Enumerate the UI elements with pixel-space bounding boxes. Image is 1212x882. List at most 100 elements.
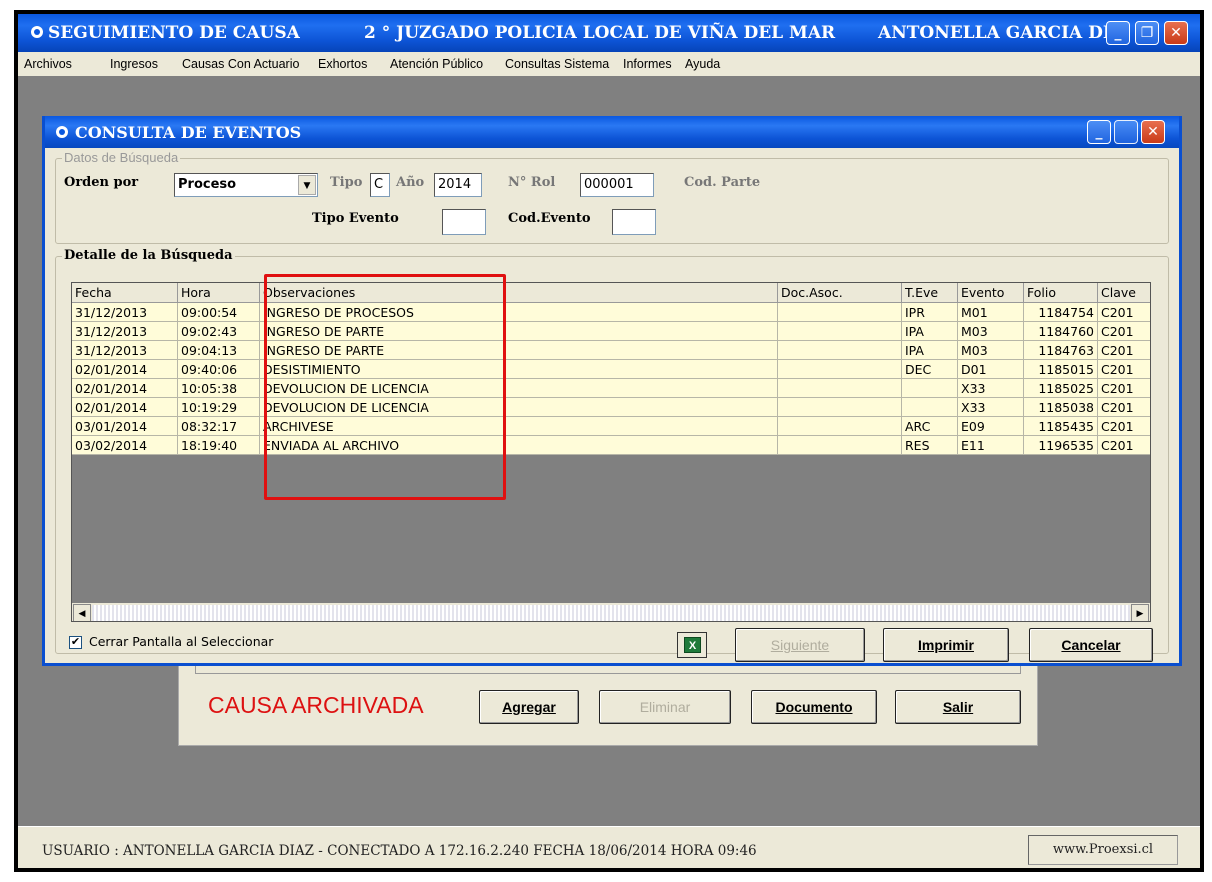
detail-group-label: Detalle de la Búsqueda — [62, 248, 235, 263]
dialog-close-button[interactable]: ✕ — [1141, 120, 1165, 144]
court-name: 2 ° JUZGADO POLICIA LOCAL DE VIÑA DEL MA… — [364, 23, 836, 43]
cod-evento-label: Cod.Evento — [508, 211, 591, 226]
cell-fecha: 03/02/2014 — [72, 436, 178, 455]
agregar-label: Agregar — [502, 699, 556, 715]
export-excel-button[interactable]: X — [677, 632, 707, 658]
cell-hora: 09:40:06 — [178, 360, 260, 379]
documento-button[interactable]: Documento — [751, 690, 877, 724]
cell-clave: C201 — [1098, 360, 1150, 379]
menu-exhortos[interactable]: Exhortos — [318, 57, 367, 71]
tipo-label: Tipo — [330, 175, 363, 190]
col-clave[interactable]: Clave — [1098, 283, 1150, 303]
menu-informes[interactable]: Informes — [623, 57, 672, 71]
dialog-minimize-button[interactable]: _ — [1087, 120, 1111, 144]
menu-archivos[interactable]: Archivos — [24, 57, 72, 71]
window-title: SEGUIMIENTO DE CAUSA — [48, 23, 300, 43]
menu-ingresos[interactable]: Ingresos — [110, 57, 158, 71]
consulta-eventos-dialog: CONSULTA DE EVENTOS _ ✕ Datos de Búsqued… — [42, 116, 1182, 666]
tipo-evento-label: Tipo Evento — [312, 211, 399, 226]
scroll-right-icon[interactable]: ▶ — [1131, 604, 1149, 621]
cell-folio: 1185015 — [1024, 360, 1098, 379]
cell-folio: 1184763 — [1024, 341, 1098, 360]
cell-fecha: 31/12/2013 — [72, 341, 178, 360]
cell-evento: M03 — [958, 341, 1024, 360]
salir-label: Salir — [942, 699, 974, 715]
cell-doc — [778, 303, 902, 322]
cell-doc — [778, 436, 902, 455]
table-row[interactable]: 03/02/2014 18:19:40 ENVIADA AL ARCHIVO RES E… — [72, 436, 1150, 455]
cell-doc — [778, 360, 902, 379]
menu-ayuda[interactable]: Ayuda — [685, 57, 720, 71]
col-folio[interactable]: Folio — [1024, 283, 1098, 303]
cell-doc — [778, 417, 902, 436]
cell-folio: 1185025 — [1024, 379, 1098, 398]
table-row[interactable]: 02/01/2014 10:19:29 DEVOLUCION DE LICENCIA… — [72, 398, 1150, 417]
restore-button[interactable]: ❐ — [1135, 21, 1159, 45]
cod-parte-label: Cod. Parte — [684, 175, 761, 190]
tipo-evento-field[interactable] — [442, 209, 486, 235]
cell-evento: D01 — [958, 360, 1024, 379]
salir-button[interactable]: Salir — [895, 690, 1021, 724]
cell-folio: 1185038 — [1024, 398, 1098, 417]
col-t-eve[interactable]: T.Eve — [902, 283, 958, 303]
horizontal-scrollbar[interactable]: ◀ ▶ — [72, 603, 1150, 621]
close-button[interactable]: ✕ — [1164, 21, 1188, 45]
table-row[interactable]: 31/12/2013 09:04:13 INGRESO DE PARTE IPA M03… — [72, 341, 1150, 360]
cell-fecha: 03/01/2014 — [72, 417, 178, 436]
rol-label: N° Rol — [508, 175, 556, 190]
scroll-left-icon[interactable]: ◀ — [73, 604, 91, 621]
menu-atencion-publico[interactable]: Atención Público — [390, 57, 483, 71]
cell-doc — [778, 322, 902, 341]
cell-folio: 1184754 — [1024, 303, 1098, 322]
cell-teve: IPA — [902, 322, 958, 341]
observaciones-highlight — [264, 274, 506, 500]
minimize-button[interactable]: _ — [1106, 21, 1130, 45]
cell-hora: 18:19:40 — [178, 436, 260, 455]
col-doc-asoc[interactable]: Doc.Asoc. — [778, 283, 902, 303]
menu-causas-actuario[interactable]: Causas Con Actuario — [182, 57, 299, 71]
table-row[interactable]: 02/01/2014 10:05:38 DEVOLUCION DE LICENCIA… — [72, 379, 1150, 398]
cell-evento: E11 — [958, 436, 1024, 455]
cell-evento: X33 — [958, 379, 1024, 398]
cell-hora: 10:19:29 — [178, 398, 260, 417]
dialog-maximize-button[interactable] — [1114, 120, 1138, 144]
eliminar-button[interactable]: Eliminar — [599, 690, 731, 724]
cell-evento: X33 — [958, 398, 1024, 417]
cell-clave: C201 — [1098, 341, 1150, 360]
close-on-select-checkbox[interactable]: ✔ — [69, 636, 82, 649]
cancelar-button[interactable]: Cancelar — [1029, 628, 1153, 662]
cod-evento-field[interactable] — [612, 209, 656, 235]
anio-label: Año — [396, 175, 425, 190]
scroll-track[interactable] — [92, 605, 1130, 621]
table-row[interactable]: 03/01/2014 08:32:17 ARCHIVESE ARC E09 1185435… — [72, 417, 1150, 436]
cell-hora: 10:05:38 — [178, 379, 260, 398]
cancelar-label: Cancelar — [1061, 637, 1121, 653]
col-evento[interactable]: Evento — [958, 283, 1024, 303]
siguiente-button[interactable]: Siguiente — [735, 628, 865, 662]
cell-evento: E09 — [958, 417, 1024, 436]
table-row[interactable]: 31/12/2013 09:00:54 INGRESO DE PROCESOS IPR… — [72, 303, 1150, 322]
col-hora[interactable]: Hora — [178, 283, 260, 303]
close-on-select-label: Cerrar Pantalla al Seleccionar — [89, 634, 274, 649]
anio-field[interactable]: 2014 — [434, 173, 482, 197]
rol-field[interactable]: 000001 — [580, 173, 654, 197]
menu-consultas-sistema[interactable]: Consultas Sistema — [505, 57, 609, 71]
agregar-button[interactable]: Agregar — [479, 690, 579, 724]
table-row[interactable]: 02/01/2014 09:40:06 DESISTIMIENTO DEC D01 118… — [72, 360, 1150, 379]
eliminar-label: Eliminar — [639, 699, 691, 715]
status-bar: USUARIO : ANTONELLA GARCIA DIAZ - CONECT… — [18, 826, 1200, 868]
col-fecha[interactable]: Fecha — [72, 283, 178, 303]
cell-clave: C201 — [1098, 417, 1150, 436]
cell-folio: 1196535 — [1024, 436, 1098, 455]
chevron-down-icon[interactable]: ▼ — [298, 175, 316, 195]
dialog-title: CONSULTA DE EVENTOS — [75, 123, 302, 142]
orden-select[interactable]: Proceso ▼ — [174, 173, 318, 197]
cell-fecha: 02/01/2014 — [72, 379, 178, 398]
dialog-icon — [56, 126, 68, 138]
tipo-field[interactable]: C — [370, 173, 390, 197]
cell-teve: ARC — [902, 417, 958, 436]
grid-header: Fecha Hora Observaciones Doc.Asoc. T.Eve… — [72, 283, 1150, 303]
imprimir-label: Imprimir — [917, 637, 974, 653]
imprimir-button[interactable]: Imprimir — [883, 628, 1009, 662]
table-row[interactable]: 31/12/2013 09:02:43 INGRESO DE PARTE IPA M03… — [72, 322, 1150, 341]
